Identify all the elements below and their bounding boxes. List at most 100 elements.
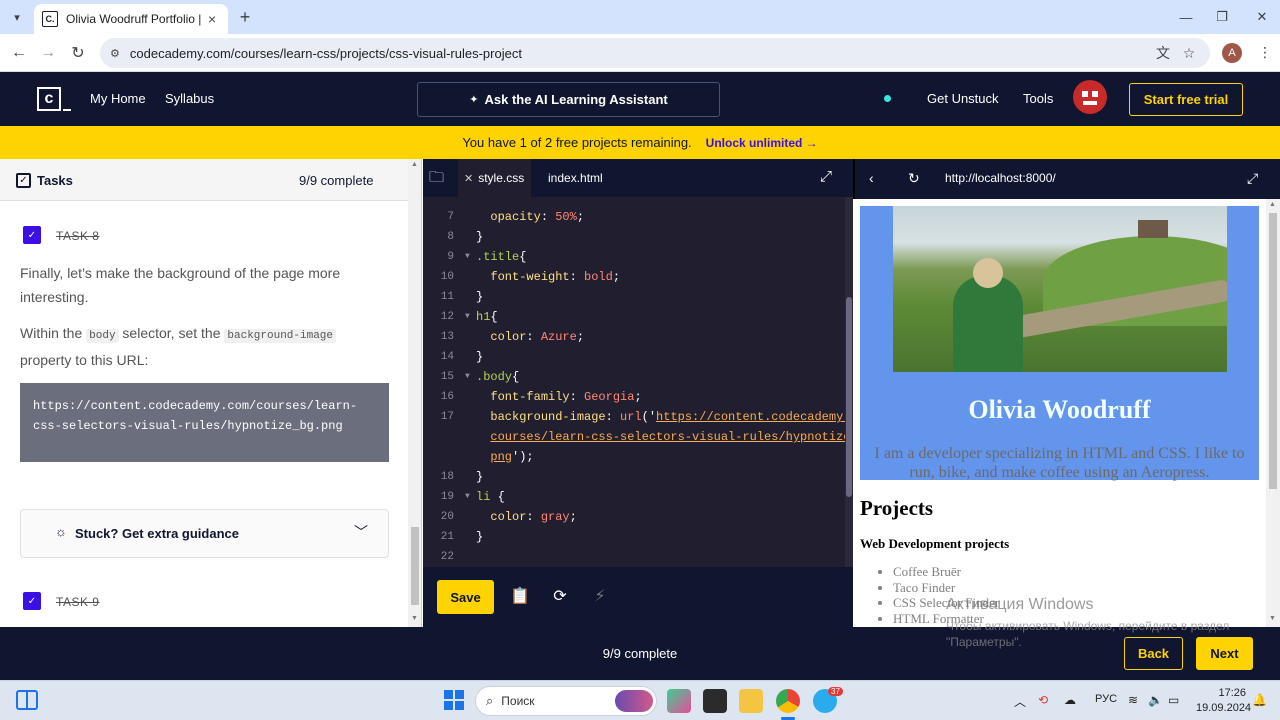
editor-scrollbar[interactable] (845, 197, 853, 567)
notification-badge: 37 (828, 687, 843, 696)
browser-menu-icon[interactable]: ⋮ (1258, 44, 1272, 61)
chevron-down-icon: ﹀ (354, 524, 368, 540)
get-unstuck-link[interactable]: Get Unstuck (927, 91, 999, 106)
bookmark-star-icon[interactable]: ☆ (1178, 42, 1200, 64)
preview-toolbar: ‹ ↻ http://localhost:8000/ ⤢ (853, 159, 1280, 199)
code-text: h1{ (476, 310, 498, 324)
code-text: background-image: url('https://content.c… (490, 410, 845, 424)
code-text: } (476, 290, 484, 304)
photo-head (973, 258, 1003, 288)
restore-icon[interactable]: ❐ (1204, 6, 1240, 28)
forward-arrow-icon[interactable]: → (37, 42, 59, 64)
scroll-thumb[interactable] (411, 527, 419, 605)
scroll-up-icon[interactable]: ▲ (1269, 201, 1276, 208)
activation-watermark-text: Чтобы активировать Windows, перейдите в … (946, 619, 1230, 649)
fold-arrow-icon[interactable]: ▼ (465, 247, 470, 267)
tab-index-html[interactable]: index.html (548, 159, 603, 197)
profile-avatar[interactable]: A (1222, 43, 1242, 63)
tab-style-css[interactable]: ✕ style.css (458, 159, 531, 197)
editor-tab-bar: 🗀 ✕ style.css index.html ⤢ (423, 159, 853, 197)
url-code-block[interactable]: https://content.codecademy.com/courses/l… (20, 383, 389, 462)
line-number: 12 (440, 311, 454, 323)
tasks-header[interactable]: ✓ Tasks 9/9 complete (0, 159, 408, 201)
fold-arrow-icon[interactable]: ▼ (465, 487, 470, 507)
lightbulb-icon: ☼ (55, 524, 67, 539)
get-extra-guidance-accordion[interactable]: ☼ Stuck? Get extra guidance ﹀ (20, 509, 389, 558)
window-close-icon[interactable]: ✕ (1244, 6, 1280, 28)
code-text: } (476, 530, 484, 544)
preview-back-icon[interactable]: ‹ (869, 170, 874, 186)
preview-scroll-thumb[interactable] (1269, 213, 1277, 489)
avatar-mouth (1083, 101, 1097, 105)
ai-assistant-button[interactable]: ✦ Ask the AI Learning Assistant (417, 82, 720, 117)
line-number: 8 (447, 231, 454, 243)
code-line: png'); (423, 447, 845, 467)
tools-link[interactable]: Tools (1023, 91, 1053, 106)
language-indicator[interactable]: РУС (1095, 693, 1117, 705)
code-text: color: gray; (490, 510, 577, 524)
banner-message: You have 1 of 2 free projects remaining. (462, 135, 692, 150)
translate-icon[interactable]: 文 (1152, 42, 1174, 64)
preview-refresh-icon[interactable]: ↻ (908, 170, 920, 187)
detail-text: Within the (20, 325, 87, 341)
sync-icon[interactable]: ⟲ (1038, 693, 1048, 707)
volume-muted-icon[interactable]: 🔈 (1148, 693, 1163, 707)
scroll-down-icon[interactable]: ▼ (1269, 615, 1276, 622)
tray-chevron-icon[interactable]: ︿ (1014, 693, 1026, 710)
search-icon: ⌕ (486, 693, 494, 708)
address-bar[interactable]: ⚙ codecademy.com/courses/learn-css/proje… (100, 38, 1210, 68)
code-lines[interactable]: 7 opacity: 50%; 8} 9 ▼ .title{ 10 font-wei… (423, 197, 845, 567)
user-avatar[interactable] (1073, 80, 1107, 114)
preview-url[interactable]: http://localhost:8000/ (945, 171, 1056, 185)
minimize-icon[interactable]: — (1168, 6, 1204, 28)
editor-scroll-thumb[interactable] (846, 297, 852, 497)
scroll-up-icon[interactable]: ▲ (411, 161, 418, 168)
task-9-checkbox[interactable]: ✓ (23, 592, 41, 610)
reload-icon[interactable]: ↻ (67, 42, 89, 64)
folder-icon[interactable]: 🗀 (429, 167, 451, 186)
copilot-icon[interactable] (667, 689, 691, 713)
browser-preview: ‹ ↻ http://localhost:8000/ ⤢ Olivia Wood… (853, 159, 1280, 627)
clock[interactable]: 17:26 19.09.2024 (1196, 686, 1251, 716)
start-icon[interactable] (444, 690, 464, 710)
expand-editor-icon[interactable]: ⤢ (820, 168, 832, 185)
browser-tab-strip: ▾ C. Olivia Woodruff Portfolio | Codecad… (0, 0, 1280, 34)
expand-preview-icon[interactable]: ⤢ (1247, 170, 1258, 187)
task-8-checkbox[interactable]: ✓ (23, 226, 41, 244)
line-number: 17 (440, 411, 454, 423)
ai-assistant-label: Ask the AI Learning Assistant (484, 92, 668, 107)
file-explorer-icon[interactable] (739, 689, 763, 713)
save-button[interactable]: Save (437, 580, 494, 614)
scroll-down-icon[interactable]: ▼ (411, 615, 418, 622)
new-tab-icon[interactable]: + (234, 6, 256, 28)
taskbar-search[interactable]: ⌕ Поиск (475, 686, 657, 716)
code-text: li { (476, 490, 505, 504)
close-tab-icon[interactable]: × (208, 11, 216, 27)
syllabus-link[interactable]: Syllabus (165, 91, 214, 106)
browser-tab[interactable]: C. Olivia Woodruff Portfolio | Codecadem… (34, 4, 228, 34)
preview-scrollbar[interactable]: ▲ ▼ (1266, 199, 1280, 627)
tasks-scrollbar[interactable]: ▲ ▼ (408, 159, 421, 627)
cloud-icon[interactable]: ☁ (1064, 693, 1076, 707)
close-file-icon[interactable]: ✕ (464, 172, 473, 185)
task-view-icon[interactable] (703, 689, 727, 713)
tab-search-icon[interactable]: ▾ (6, 6, 28, 28)
code-line: 22 (423, 547, 845, 567)
codecademy-logo[interactable]: c (37, 87, 61, 111)
my-home-link[interactable]: My Home (90, 91, 146, 106)
wifi-icon[interactable]: ≋ (1128, 693, 1138, 707)
reset-icon[interactable]: ⟳ (549, 585, 571, 607)
battery-icon[interactable]: ▭ (1168, 693, 1179, 707)
chrome-icon[interactable] (776, 689, 800, 713)
clipboard-icon[interactable]: 📋 (509, 585, 531, 607)
back-arrow-icon[interactable]: ← (8, 42, 30, 64)
widgets-icon[interactable] (16, 690, 38, 710)
notification-bell-icon[interactable]: 🔔 (1252, 693, 1267, 707)
code-line: 12 ▼ h1{ (423, 307, 845, 327)
unlock-unlimited-link[interactable]: Unlock unlimited → (706, 136, 818, 150)
start-free-trial-button[interactable]: Start free trial (1129, 83, 1243, 116)
site-settings-icon[interactable]: ⚙ (110, 47, 120, 60)
fold-arrow-icon[interactable]: ▼ (465, 367, 470, 387)
fold-arrow-icon[interactable]: ▼ (465, 307, 470, 327)
ai-fix-icon[interactable]: ⚡ (589, 585, 611, 607)
